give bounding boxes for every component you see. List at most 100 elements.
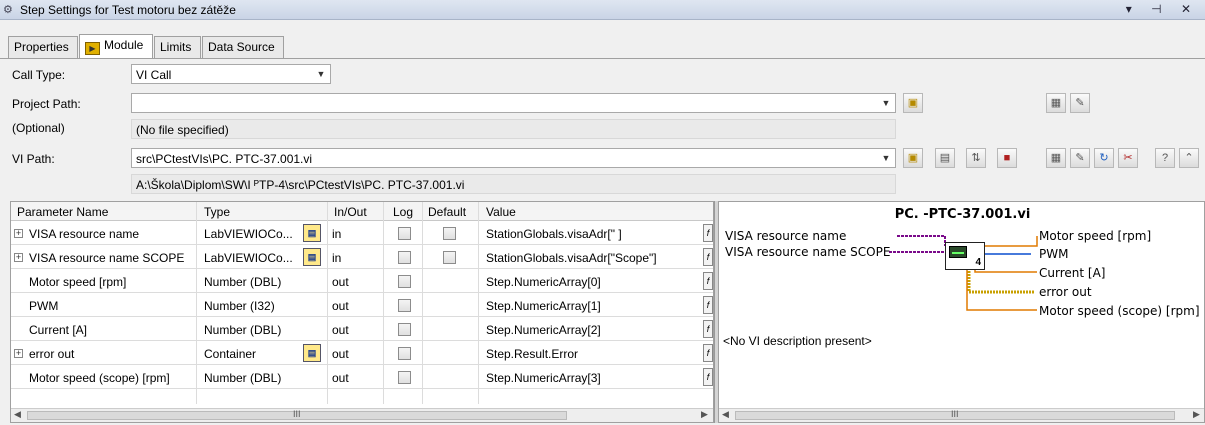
tools-icon[interactable]: ✂ [1118, 148, 1138, 168]
log-checkbox[interactable] [398, 299, 411, 312]
help-hscrollbar[interactable]: ◀ III ▶ [719, 408, 1204, 422]
param-value[interactable]: Step.NumericArray[0] [486, 275, 601, 289]
open-project-icon[interactable]: ▦ [1046, 93, 1066, 113]
step-settings-icon: ⚙ [3, 4, 13, 16]
window-controls[interactable]: ▾ ⊣ ✕ [1126, 2, 1199, 16]
param-type: Number (I32) [204, 299, 275, 313]
help-icon[interactable]: ? [1155, 148, 1175, 168]
optional-label: (Optional) [12, 121, 65, 135]
refresh-icon[interactable]: ↻ [1094, 148, 1114, 168]
default-checkbox[interactable] [443, 227, 456, 240]
scroll-right-icon[interactable]: ▶ [701, 409, 708, 420]
grid-hscrollbar[interactable]: ◀ III ▶ [11, 408, 713, 422]
table-row[interactable]: Motor speed [rpm] Number (DBL) out Step.Num… [11, 270, 713, 293]
call-type-value: VI Call [136, 68, 172, 82]
col-inout[interactable]: In/Out [334, 205, 367, 219]
chevron-down-icon[interactable]: ▼ [313, 65, 329, 83]
table-row[interactable]: + VISA resource name SCOPE LabVIEWIOCo... ▤… [11, 246, 713, 269]
expand-icon[interactable]: + [14, 229, 23, 238]
param-type: Container [204, 347, 257, 361]
table-row[interactable]: + VISA resource name LabVIEWIOCo... ▤ in Stat… [11, 222, 713, 245]
tab-properties[interactable]: Properties [8, 36, 78, 58]
log-checkbox[interactable] [398, 275, 411, 288]
open-vi-icon[interactable]: ▤ [935, 148, 955, 168]
tab-module[interactable]: ▶ Module [79, 34, 153, 58]
call-type-label: Call Type: [12, 68, 66, 82]
log-checkbox[interactable] [398, 251, 411, 264]
scroll-left-icon[interactable]: ◀ [722, 409, 729, 420]
tab-label: Module [104, 38, 144, 52]
output-motor-speed: Motor speed [rpm] [1039, 229, 1152, 243]
scroll-left-icon[interactable]: ◀ [14, 409, 21, 420]
scroll-right-icon[interactable]: ▶ [1193, 409, 1200, 420]
table-row[interactable]: Motor speed (scope) [rpm] Number (DBL) out… [11, 366, 713, 389]
tab-data-source[interactable]: Data Source [202, 36, 284, 58]
expression-icon[interactable]: f [703, 272, 713, 290]
expression-icon[interactable]: f [703, 296, 713, 314]
reload-vi-icon[interactable]: ⇅ [966, 148, 986, 168]
open-vi-panel-icon[interactable]: ▦ [1046, 148, 1066, 168]
type-browse-icon[interactable]: ▤ [303, 344, 321, 362]
param-value[interactable]: StationGlobals.visaAdr["Scope"] [486, 251, 657, 265]
chevron-down-icon[interactable]: ▼ [878, 149, 894, 167]
col-value[interactable]: Value [486, 205, 516, 219]
col-default[interactable]: Default [428, 205, 466, 219]
vi-description: <No VI description present> [723, 334, 872, 348]
collapse-icon[interactable]: ⌃ [1179, 148, 1199, 168]
vi-properties-icon[interactable]: ■ [997, 148, 1017, 168]
param-name: VISA resource name [29, 227, 140, 241]
log-checkbox[interactable] [398, 347, 411, 360]
expression-icon[interactable]: f [703, 224, 713, 242]
expression-icon[interactable]: f [703, 368, 713, 386]
window-title: Step Settings for Test motoru bez zátěže [20, 3, 236, 17]
log-checkbox[interactable] [398, 227, 411, 240]
col-log[interactable]: Log [393, 205, 413, 219]
param-inout: in [332, 227, 342, 241]
table-row[interactable]: PWM Number (I32) out Step.NumericArray[1] f [11, 294, 713, 317]
vi-path-resolved-text: A:\Škola\Diplom\SW\I ᴾTP-4\src\PCtestVIs… [136, 178, 465, 192]
param-value[interactable]: StationGlobals.visaAdr[" ] [486, 227, 622, 241]
col-type[interactable]: Type [204, 205, 230, 219]
param-value[interactable]: Step.NumericArray[1] [486, 299, 601, 313]
wire-visa-1 [897, 235, 946, 246]
project-path-input[interactable] [131, 93, 896, 113]
output-error-out: error out [1039, 285, 1092, 299]
param-value[interactable]: Step.NumericArray[2] [486, 323, 601, 337]
param-inout: out [332, 371, 349, 385]
vi-icon-number: 4 [975, 257, 981, 268]
param-name: Current [A] [29, 323, 88, 337]
default-checkbox[interactable] [443, 251, 456, 264]
expand-icon[interactable]: + [14, 349, 23, 358]
log-checkbox[interactable] [398, 323, 411, 336]
tab-label: Data Source [208, 40, 275, 54]
expand-icon[interactable]: + [14, 253, 23, 262]
col-parameter-name[interactable]: Parameter Name [17, 205, 108, 219]
param-type: LabVIEWIOCo... [204, 227, 293, 241]
scroll-grip: III [951, 409, 959, 419]
table-row[interactable]: + error out Container ▤ out Step.Result.Error… [11, 342, 713, 365]
param-name: error out [29, 347, 75, 361]
tab-limits[interactable]: Limits [154, 36, 201, 58]
type-browse-icon[interactable]: ▤ [303, 248, 321, 266]
browse-folder-icon[interactable]: ▣ [903, 93, 923, 113]
param-value[interactable]: Step.Result.Error [486, 347, 578, 361]
param-value[interactable]: Step.NumericArray[3] [486, 371, 601, 385]
vi-path-input[interactable]: src\PCtestVIs\PC. PTC-37.001.vi [131, 148, 896, 168]
param-name: Motor speed (scope) [rpm] [29, 371, 170, 385]
expression-icon[interactable]: f [703, 344, 713, 362]
chevron-down-icon[interactable]: ▼ [878, 94, 894, 112]
type-browse-icon[interactable]: ▤ [303, 224, 321, 242]
vi-path-value: src\PCtestVIs\PC. PTC-37.001.vi [136, 152, 313, 166]
vi-path-label: VI Path: [12, 152, 55, 166]
parameter-grid[interactable]: Parameter Name Type In/Out Log Default V… [10, 201, 714, 423]
expression-icon[interactable]: f [703, 320, 713, 338]
table-row[interactable]: Current [A] Number (DBL) out Step.NumericAr… [11, 318, 713, 341]
call-type-select[interactable]: VI Call [131, 64, 331, 84]
edit-project-icon[interactable]: ✎ [1070, 93, 1090, 113]
param-inout: out [332, 323, 349, 337]
expression-icon[interactable]: f [703, 248, 713, 266]
input-visa-resource-name-scope: VISA resource name SCOPE [725, 245, 891, 259]
log-checkbox[interactable] [398, 371, 411, 384]
edit-vi-icon[interactable]: ✎ [1070, 148, 1090, 168]
browse-folder-icon[interactable]: ▣ [903, 148, 923, 168]
